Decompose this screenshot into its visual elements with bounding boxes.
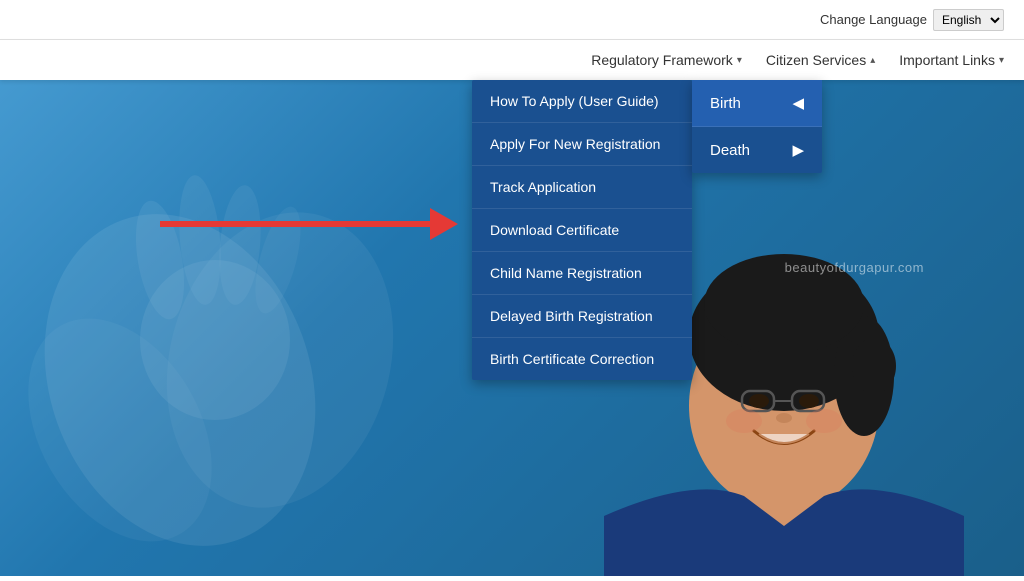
birth-death-submenu: Birth ◀ Death ▶: [692, 80, 822, 173]
menu-item-apply-new-registration[interactable]: Apply For New Registration: [472, 123, 692, 166]
submenu-item-birth[interactable]: Birth ◀: [692, 80, 822, 127]
menu-item-child-name-registration[interactable]: Child Name Registration: [472, 252, 692, 295]
language-selector-area: Change Language English Bengali Hindi: [820, 9, 1004, 31]
nav-regulatory-framework[interactable]: Regulatory Framework ▾: [591, 52, 742, 68]
red-arrow: [160, 208, 458, 240]
chevron-right-icon: ▶: [792, 141, 804, 159]
menu-item-track-application[interactable]: Track Application: [472, 166, 692, 209]
arrow-head: [430, 208, 458, 240]
chevron-left-icon: ◀: [792, 94, 804, 112]
menu-item-birth-certificate-correction[interactable]: Birth Certificate Correction: [472, 338, 692, 380]
chevron-up-icon: ▴: [870, 55, 875, 66]
language-select[interactable]: English Bengali Hindi: [933, 9, 1004, 31]
submenu-item-death[interactable]: Death ▶: [692, 127, 822, 173]
menu-item-download-certificate[interactable]: Download Certificate: [472, 209, 692, 252]
chevron-down-icon-2: ▾: [999, 55, 1004, 66]
menu-item-delayed-birth-registration[interactable]: Delayed Birth Registration: [472, 295, 692, 338]
nav-citizen-services[interactable]: Citizen Services ▴: [766, 52, 875, 68]
chevron-down-icon: ▾: [737, 55, 742, 66]
watermark: beautyofdurgapur.com: [785, 260, 924, 275]
top-bar: Change Language English Bengali Hindi: [0, 0, 1024, 40]
menu-item-how-to-apply[interactable]: How To Apply (User Guide): [472, 80, 692, 123]
nav-bar: Regulatory Framework ▾ Citizen Services …: [0, 40, 1024, 80]
hands-background: [0, 80, 500, 576]
arrow-line: [160, 221, 430, 227]
change-language-label: Change Language: [820, 12, 927, 27]
nav-important-links[interactable]: Important Links ▾: [899, 52, 1004, 68]
citizen-services-dropdown: How To Apply (User Guide) Apply For New …: [472, 80, 692, 380]
